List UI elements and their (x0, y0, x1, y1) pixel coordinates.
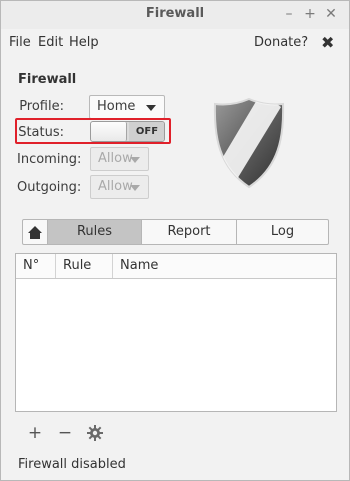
rules-table: N° Rule Name (15, 253, 337, 412)
close-window-button[interactable]: ✕ (322, 4, 340, 24)
column-header-name[interactable]: Name (113, 254, 336, 278)
minimize-button[interactable]: – (280, 4, 298, 24)
menu-file[interactable]: File (9, 35, 31, 50)
incoming-value: Allow (98, 151, 133, 166)
profile-label: Profile: (19, 99, 64, 114)
status-toggle[interactable]: OFF (90, 121, 165, 142)
rule-settings-button[interactable] (86, 425, 104, 446)
profile-value: Home (97, 99, 136, 114)
menu-help[interactable]: Help (69, 35, 99, 50)
gear-icon (87, 425, 103, 441)
firewall-window: Firewall – + ✕ File Edit Help Donate? ✖ … (0, 0, 350, 481)
status-bar-text: Firewall disabled (18, 457, 126, 472)
title-bar: Firewall – + ✕ (1, 1, 349, 29)
home-icon (28, 226, 42, 239)
add-rule-button[interactable]: + (26, 423, 44, 443)
tab-report[interactable]: Report (141, 220, 236, 244)
shield-icon (213, 97, 285, 189)
menu-edit[interactable]: Edit (38, 35, 63, 50)
profile-dropdown[interactable]: Home (89, 95, 165, 119)
column-header-rule[interactable]: Rule (56, 254, 113, 278)
tab-log[interactable]: Log (236, 220, 328, 244)
column-header-number[interactable]: N° (16, 254, 56, 278)
outgoing-value: Allow (98, 179, 133, 194)
outgoing-dropdown[interactable]: Allow (90, 175, 149, 199)
incoming-dropdown[interactable]: Allow (90, 147, 149, 171)
incoming-label: Incoming: (17, 152, 82, 167)
section-title: Firewall (18, 72, 77, 87)
status-label: Status: (18, 125, 64, 140)
toggle-knob (91, 122, 127, 141)
tab-rules[interactable]: Rules (47, 220, 141, 244)
menu-bar: File Edit Help Donate? ✖ (1, 29, 349, 57)
chevron-down-icon (146, 105, 156, 111)
table-header: N° Rule Name (16, 254, 336, 279)
remove-rule-button[interactable]: − (56, 423, 74, 443)
maximize-button[interactable]: + (301, 4, 319, 24)
close-icon[interactable]: ✖ (321, 33, 334, 52)
tab-bar: Rules Report Log (22, 219, 329, 245)
tab-home[interactable] (23, 220, 47, 244)
chevron-down-icon (130, 185, 140, 191)
chevron-down-icon (130, 157, 140, 163)
outgoing-label: Outgoing: (17, 180, 82, 195)
toggle-state-text: OFF (129, 122, 164, 141)
donate-link[interactable]: Donate? (254, 35, 308, 50)
